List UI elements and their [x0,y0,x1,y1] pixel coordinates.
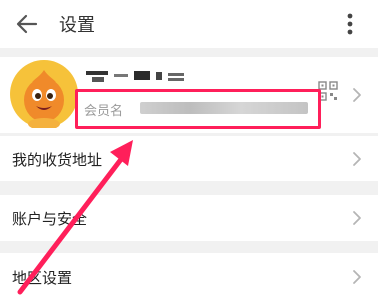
qr-code-icon[interactable] [318,81,338,101]
page-title: 设置 [59,15,95,36]
chevron-right-icon [353,211,361,225]
chevron-right-icon [353,88,361,102]
app-bar: 设置 [0,0,378,48]
row-shipping-address[interactable]: 我的收货地址 [0,136,378,181]
member-name-blurred [140,102,308,114]
row-label: 账户与安全 [12,210,88,228]
back-arrow-icon[interactable] [14,12,40,36]
row-label: 地区设置 [12,269,73,287]
row-account-security[interactable]: 账户与安全 [0,195,378,241]
chevron-right-icon [353,270,361,284]
chevron-right-icon [353,152,361,166]
avatar [10,60,78,128]
more-vertical-icon[interactable] [340,11,360,37]
nickname-blurred [86,71,184,82]
row-label: 我的收货地址 [12,151,103,169]
member-name-label: 会员名 [84,104,124,119]
row-region-settings[interactable]: 地区设置 [0,253,378,300]
